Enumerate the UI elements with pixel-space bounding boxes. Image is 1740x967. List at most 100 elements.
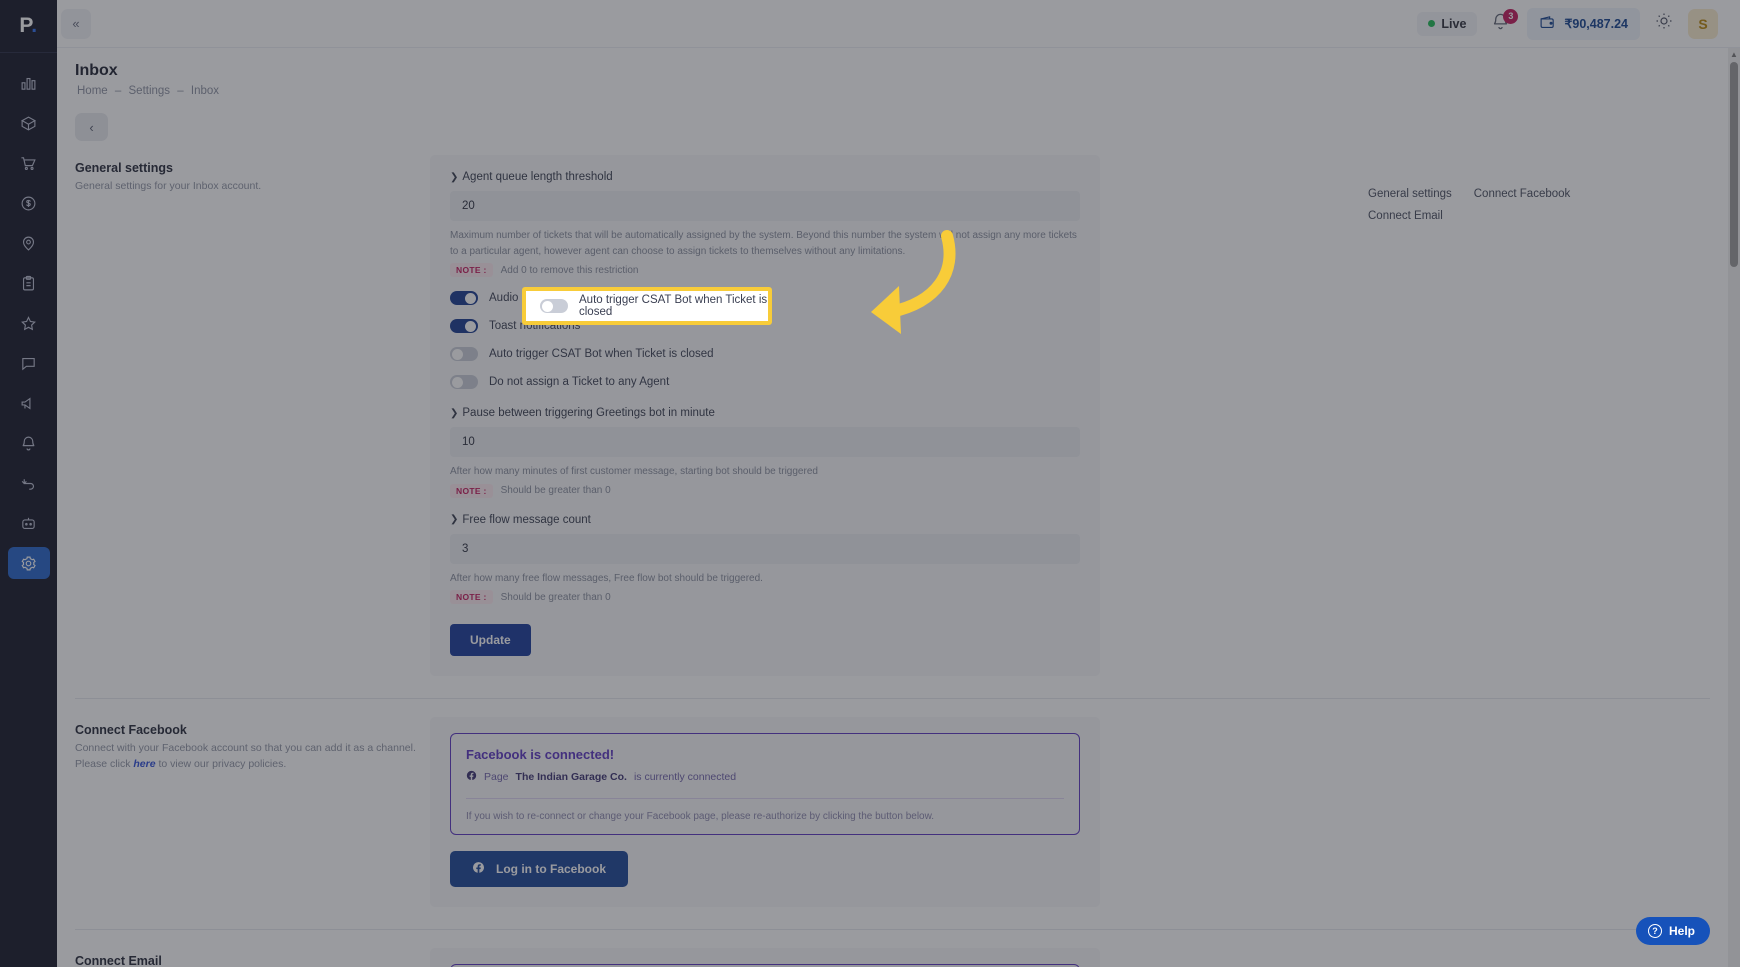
greetings-pause-label-text: Pause between triggering Greetings bot i…	[462, 407, 715, 419]
notification-count-badge: 3	[1503, 8, 1519, 24]
queue-threshold-note: NOTE : Add 0 to remove this restriction	[450, 263, 1080, 277]
chevron-right-icon: ❯	[450, 514, 459, 525]
page-header: Inbox Home – Settings – Inbox	[57, 48, 1728, 97]
connect-email-section: Connect Email Connect with your Google /…	[57, 948, 1728, 967]
toggle-no-auto-assign[interactable]: Do not assign a Ticket to any Agent	[450, 375, 1080, 389]
queue-threshold-label: ❯ Agent queue length threshold	[450, 171, 1080, 183]
no-auto-assign-toggle[interactable]	[450, 375, 478, 389]
package-box-icon	[20, 115, 37, 132]
sidebar-item-inbox[interactable]	[8, 347, 50, 379]
page-scrollbar[interactable]: ▲	[1728, 48, 1740, 967]
facebook-page-line: Page The Indian Garage Co. is currently …	[466, 770, 1064, 784]
shopping-cart-icon	[20, 155, 37, 172]
greetings-pause-input[interactable]: 10	[450, 427, 1080, 457]
toggle-knob	[465, 320, 476, 332]
facebook-login-button[interactable]: Log in to Facebook	[450, 851, 628, 887]
analytics-bar-chart-icon	[20, 75, 37, 92]
sidebar-item-notifications[interactable]	[8, 427, 50, 459]
chevron-right-icon: ❯	[450, 407, 459, 419]
toast-notifications-toggle[interactable]	[450, 319, 478, 333]
privacy-policy-link[interactable]: here	[133, 758, 155, 770]
sidebar-item-tasks[interactable]	[8, 267, 50, 299]
anchor-link-general-settings[interactable]: General settings	[1368, 188, 1452, 200]
user-avatar[interactable]: S	[1688, 8, 1718, 39]
sidebar-item-locations[interactable]	[8, 227, 50, 259]
tutorial-pointer-arrow	[795, 228, 960, 343]
auto-csat-bot-toggle-highlighted[interactable]	[540, 299, 568, 313]
queue-threshold-help: Maximum number of tickets that will be a…	[450, 230, 1077, 257]
note-text: Should be greater than 0	[500, 485, 611, 496]
topbar-actions: Live 3 ₹90,487.24 S	[1417, 7, 1740, 40]
breadcrumb-home[interactable]: Home	[77, 85, 108, 97]
sidebar-nav	[0, 67, 57, 579]
sidebar-item-products[interactable]	[8, 107, 50, 139]
logo-text: P.	[19, 14, 38, 37]
sidebar-collapse-button[interactable]: «	[61, 8, 91, 39]
live-status-label: Live	[1441, 16, 1467, 31]
connect-facebook-title: Connect Facebook	[75, 723, 187, 737]
breadcrumb-current: Inbox	[190, 85, 220, 97]
back-button[interactable]: ‹	[75, 113, 108, 141]
toggle-knob	[465, 292, 476, 304]
wallet-balance-button[interactable]: ₹90,487.24	[1527, 7, 1640, 40]
auto-csat-bot-toggle[interactable]	[450, 347, 478, 361]
highlighted-toggle-row[interactable]: Auto trigger CSAT Bot when Ticket is clo…	[522, 287, 772, 325]
anchor-link-connect-email[interactable]: Connect Email	[1368, 210, 1443, 222]
notifications-button[interactable]: 3	[1491, 8, 1519, 36]
note-text: Add 0 to remove this restriction	[500, 264, 639, 276]
live-status-badge[interactable]: Live	[1417, 11, 1478, 36]
sidebar-item-campaigns[interactable]	[8, 387, 50, 419]
connect-facebook-info: Connect Facebook Connect with your Faceb…	[75, 717, 430, 907]
greetings-pause-label: ❯ Pause between triggering Greetings bot…	[450, 407, 1080, 419]
anchor-link-connect-facebook[interactable]: Connect Facebook	[1474, 188, 1571, 200]
general-settings-description: General settings for your Inbox account.	[75, 180, 262, 192]
question-circle-icon: ?	[1647, 924, 1662, 938]
avatar-initial: S	[1698, 15, 1708, 32]
sidebar-item-analytics[interactable]	[8, 67, 50, 99]
scroll-up-arrow-icon[interactable]: ▲	[1728, 48, 1740, 61]
sidebar-item-reviews[interactable]	[8, 307, 50, 339]
page-content: Inbox Home – Settings – Inbox ‹ General …	[57, 48, 1728, 967]
connect-facebook-card: Facebook is connected! Page The Indian G…	[430, 717, 1100, 907]
greetings-pause-help: After how many minutes of first customer…	[450, 466, 818, 477]
queue-threshold-value: 20	[462, 200, 475, 212]
scrollbar-thumb[interactable]	[1730, 62, 1738, 267]
facebook-icon	[472, 861, 485, 877]
sun-icon	[1655, 12, 1673, 35]
breadcrumb-separator-2: –	[177, 85, 184, 97]
general-settings-card: ❯ Agent queue length threshold 20 Maximu…	[430, 155, 1100, 676]
toggle-auto-csat-bot[interactable]: Auto trigger CSAT Bot when Ticket is clo…	[450, 347, 1080, 361]
update-button[interactable]: Update	[450, 624, 531, 656]
connect-facebook-desc-line1: Connect with your Facebook account so th…	[75, 742, 416, 754]
audio-notifications-toggle[interactable]	[450, 291, 478, 305]
note-badge: NOTE :	[450, 483, 493, 498]
sidebar-item-returns[interactable]	[8, 467, 50, 499]
breadcrumb-separator-1: –	[114, 85, 122, 97]
connect-email-title: Connect Email	[75, 954, 162, 967]
robot-bot-icon	[20, 515, 37, 532]
facebook-page-name: The Indian Garage Co.	[515, 771, 627, 783]
no-auto-assign-label: Do not assign a Ticket to any Agent	[489, 376, 670, 388]
wallet-icon	[1539, 14, 1556, 34]
chevron-double-left-icon: «	[72, 16, 80, 31]
sidebar-item-payments[interactable]	[8, 187, 50, 219]
free-flow-count-input[interactable]: 3	[450, 533, 1080, 564]
curved-arrow-icon	[871, 230, 956, 334]
breadcrumb: Home – Settings – Inbox	[75, 85, 1728, 97]
note-badge: NOTE :	[450, 590, 493, 604]
general-settings-title: General settings	[75, 161, 173, 175]
theme-toggle-button[interactable]	[1654, 12, 1674, 35]
sidebar-item-orders[interactable]	[8, 147, 50, 179]
free-flow-count-label-text: Free flow message count	[462, 513, 591, 526]
undo-arrow-icon	[20, 475, 37, 492]
help-button[interactable]: ? Help	[1635, 917, 1710, 945]
sidebar-item-bot[interactable]	[8, 507, 50, 539]
chevron-left-icon: ‹	[89, 119, 94, 135]
queue-threshold-input[interactable]: 20	[450, 191, 1080, 221]
top-bar: « Live 3 ₹90,487.24 S	[57, 0, 1740, 48]
left-sidebar: P.	[0, 0, 57, 967]
sidebar-item-settings[interactable]	[7, 547, 50, 579]
app-logo[interactable]: P.	[0, 0, 57, 52]
breadcrumb-settings[interactable]: Settings	[129, 85, 171, 97]
clipboard-icon	[20, 275, 37, 292]
